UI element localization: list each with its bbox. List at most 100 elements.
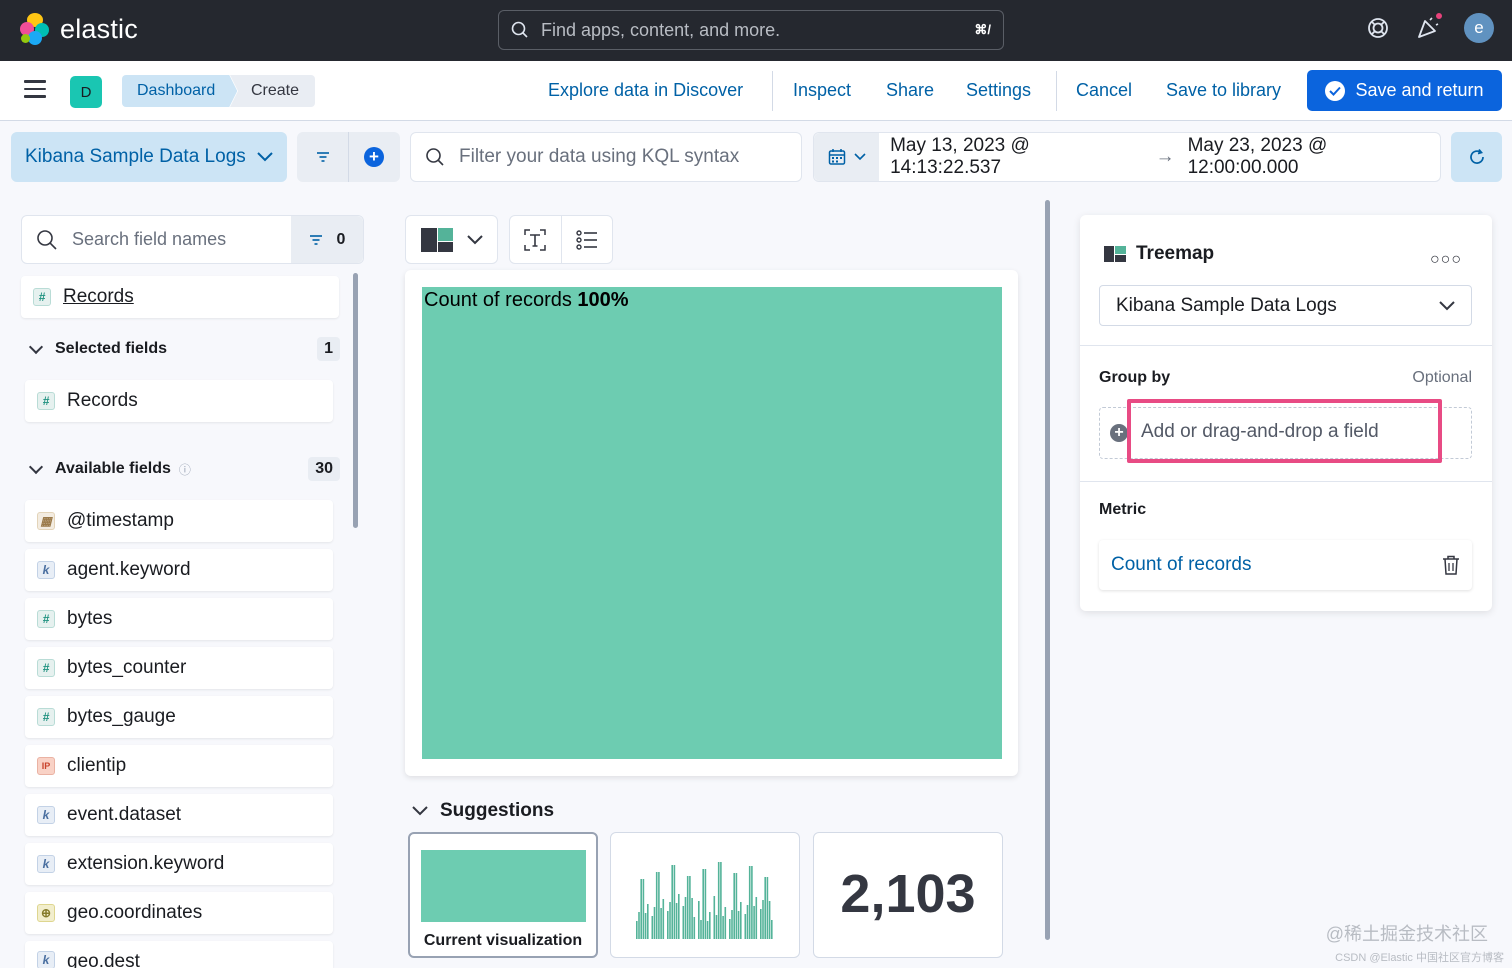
- field-search-input[interactable]: Search field names 0: [21, 215, 364, 264]
- info-icon[interactable]: ⓘ: [179, 461, 191, 478]
- field-item[interactable]: ▦ @timestamp: [25, 500, 333, 542]
- titles-and-text-button[interactable]: [510, 216, 561, 263]
- divider: [1080, 345, 1492, 346]
- preview-bar: [704, 869, 707, 939]
- layer-title: Treemap: [1104, 243, 1214, 265]
- keyboard-shortcut: ⌘/: [974, 22, 991, 37]
- chart-type-switcher[interactable]: [405, 215, 498, 264]
- selected-fields-header[interactable]: Selected fields 1: [27, 335, 340, 363]
- field-name: bytes_gauge: [67, 706, 176, 727]
- data-view-picker[interactable]: Kibana Sample Data Logs: [11, 132, 287, 182]
- save-to-library-link[interactable]: Save to library: [1166, 80, 1281, 101]
- preview-bar: [684, 897, 687, 939]
- chevron-down-icon: [412, 806, 428, 816]
- preview-bar: [667, 911, 669, 939]
- share-link[interactable]: Share: [886, 80, 934, 101]
- filter-buttons: +: [297, 132, 400, 182]
- preview-bar: [766, 877, 769, 939]
- start-date[interactable]: May 13, 2023 @ 14:13:22.537: [890, 135, 1142, 179]
- refresh-button[interactable]: [1451, 132, 1502, 182]
- search-icon: [511, 21, 528, 38]
- dropzone-text[interactable]: Add or drag-and-drop a field: [1141, 421, 1379, 443]
- suggestion-bar-chart[interactable]: [610, 832, 800, 958]
- field-type-filter-button[interactable]: 0: [291, 216, 363, 263]
- preview-bar: [760, 909, 762, 939]
- global-search-input[interactable]: Find apps, content, and more. ⌘/: [498, 10, 1004, 50]
- quick-menu-button[interactable]: [814, 133, 880, 181]
- breadcrumb-dashboard[interactable]: Dashboard: [122, 75, 237, 107]
- field-item[interactable]: k geo.dest: [25, 941, 333, 968]
- field-name: clientip: [67, 755, 127, 776]
- help-icon[interactable]: [1364, 14, 1392, 42]
- field-item[interactable]: ⊕ geo.coordinates: [25, 892, 333, 934]
- watermark-small: CSDN @Elastic 中国社区官方博客: [1335, 952, 1504, 964]
- preview-bar: [644, 913, 647, 939]
- inspect-link[interactable]: Inspect: [793, 80, 851, 101]
- chevron-down-icon: [466, 234, 483, 244]
- records-field-link[interactable]: # Records: [21, 276, 339, 318]
- legend-button[interactable]: [560, 216, 612, 263]
- explore-in-discover-link[interactable]: Explore data in Discover: [548, 80, 743, 101]
- preview-bar: [647, 904, 649, 939]
- preview-bar: [729, 919, 731, 939]
- field-item[interactable]: k agent.keyword: [25, 549, 333, 591]
- user-avatar[interactable]: e: [1464, 13, 1494, 43]
- preview-bar: [762, 900, 764, 939]
- records-link-label: Records: [63, 286, 134, 307]
- preview-bar: [636, 921, 638, 939]
- metric-dimension-label: Count of records: [1111, 554, 1252, 575]
- end-date[interactable]: May 23, 2023 @ 12:00:00.000: [1188, 135, 1440, 179]
- field-item[interactable]: k event.dataset: [25, 794, 333, 836]
- divider: [1056, 71, 1057, 111]
- refresh-icon: [1469, 148, 1484, 164]
- preview-bar: [713, 896, 716, 939]
- metric-label: Metric: [1099, 501, 1147, 518]
- kql-query-input[interactable]: Filter your data using KQL syntax: [410, 132, 802, 182]
- preview-bar: [755, 897, 758, 939]
- preview-bar: [724, 907, 727, 939]
- preview-bar: [638, 912, 640, 939]
- field-search-placeholder: Search field names: [72, 229, 227, 249]
- panel-resize-handle[interactable]: [1045, 200, 1050, 940]
- treemap-cell[interactable]: Count of records 100%: [422, 287, 1002, 759]
- elastic-logo[interactable]: elastic: [18, 12, 138, 46]
- field-item[interactable]: # bytes: [25, 598, 333, 640]
- field-item[interactable]: # bytes_gauge: [25, 696, 333, 738]
- metric-dimension[interactable]: Count of records: [1099, 540, 1472, 590]
- elastic-logo-icon: [18, 12, 52, 46]
- field-item[interactable]: # bytes_counter: [25, 647, 333, 689]
- add-filter-button[interactable]: +: [348, 132, 399, 182]
- metric-value: 2,103: [840, 864, 976, 924]
- available-fields-label: Available fields: [55, 460, 171, 477]
- geo-type-icon: ⊕: [37, 904, 55, 922]
- suggestion-current-visualization[interactable]: Current visualization: [408, 832, 598, 958]
- preview-bar: [651, 916, 654, 939]
- news-feed-icon[interactable]: [1414, 11, 1444, 42]
- suggestion-metric[interactable]: 2,103: [813, 832, 1003, 958]
- fields-scrollbar[interactable]: [353, 273, 358, 528]
- available-fields-count: 30: [308, 457, 340, 481]
- suggestions-header[interactable]: Suggestions: [412, 800, 554, 822]
- field-item[interactable]: k extension.keyword: [25, 843, 333, 885]
- keyword-type-icon: k: [37, 806, 55, 824]
- filter-icon: [316, 152, 329, 162]
- plus-icon: +: [364, 147, 384, 167]
- menu-icon[interactable]: [24, 80, 46, 100]
- trash-icon[interactable]: [1442, 555, 1460, 575]
- chevron-down-icon: [853, 153, 866, 161]
- field-item[interactable]: # Records: [25, 380, 333, 422]
- available-fields-header[interactable]: Available fields ⓘ 30: [27, 455, 340, 483]
- more-options-icon[interactable]: ○○○: [1430, 251, 1462, 269]
- treemap-icon: [420, 227, 453, 252]
- preview-bar: [751, 866, 753, 939]
- space-avatar[interactable]: D: [70, 76, 102, 108]
- search-icon: [426, 148, 444, 166]
- keyword-type-icon: k: [37, 951, 55, 968]
- filter-menu-button[interactable]: [297, 132, 348, 182]
- settings-link[interactable]: Settings: [966, 80, 1031, 101]
- layer-data-view-select[interactable]: Kibana Sample Data Logs: [1099, 285, 1472, 326]
- field-item[interactable]: IP clientip: [25, 745, 333, 787]
- save-and-return-button[interactable]: Save and return: [1307, 70, 1502, 111]
- preview-bar: [689, 876, 691, 939]
- cancel-link[interactable]: Cancel: [1076, 80, 1132, 101]
